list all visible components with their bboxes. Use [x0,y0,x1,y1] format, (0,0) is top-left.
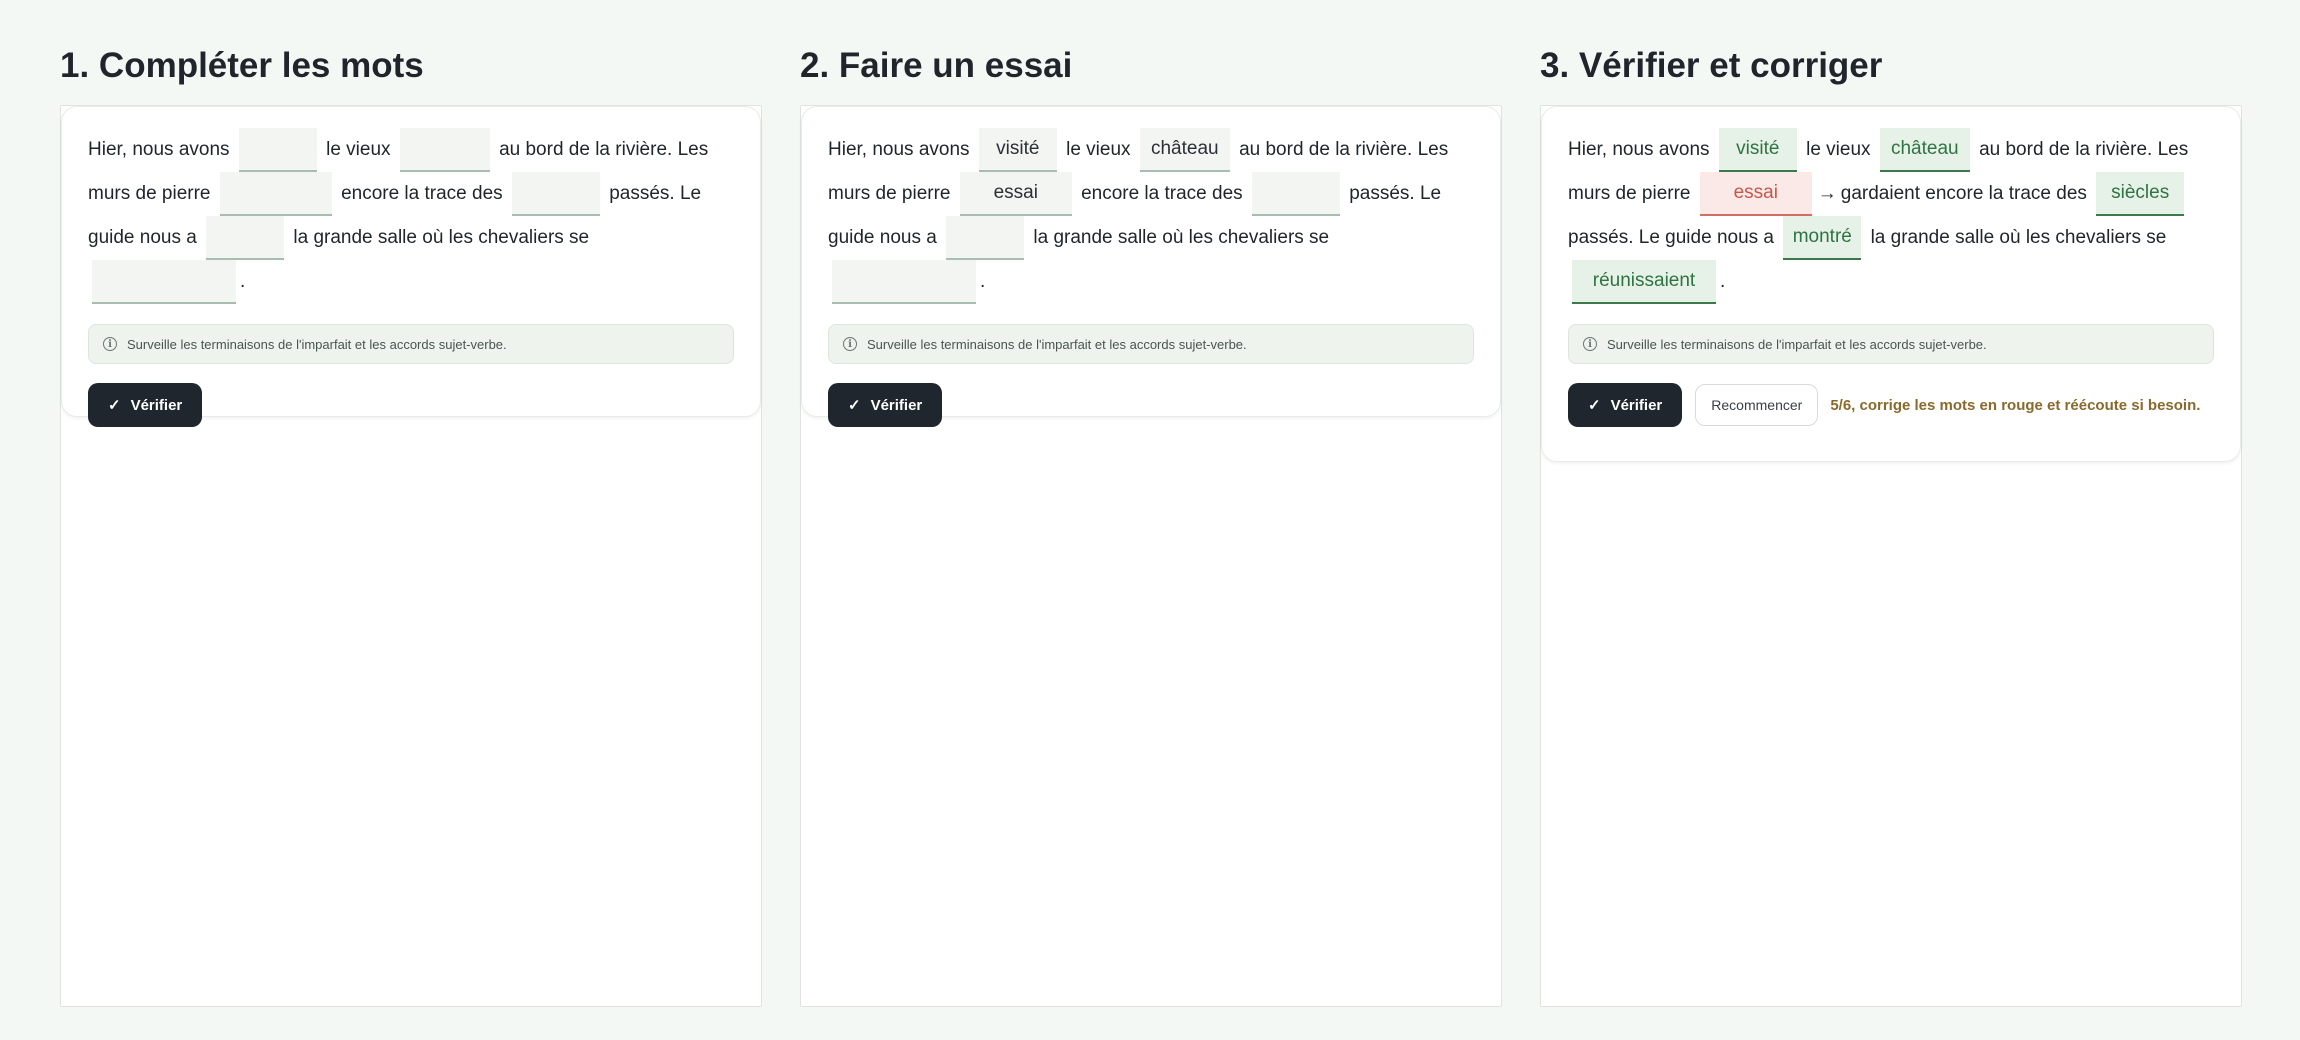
text-segment: le vieux [326,139,391,160]
blank-input-1[interactable]: visité [1718,128,1797,172]
blank-input-5[interactable] [206,216,285,260]
blank-input-4[interactable] [1251,172,1340,216]
verify-label: Vérifier [130,396,183,414]
verify-button[interactable]: ✓ Vérifier [828,383,943,427]
blank-input-2[interactable]: château [1139,128,1230,172]
text-segment: Hier, nous avons [828,139,970,160]
text-segment: encore la trace des [1081,183,1243,204]
blank-input-6[interactable] [92,260,236,304]
blank-input-4[interactable] [511,172,600,216]
info-icon: i [103,337,117,351]
panel-frame: Hier, nous avons visité le vieux château… [1540,105,2242,1007]
text-segment: la grande salle où les chevaliers se [1870,227,2167,248]
text-segment: . [240,271,246,292]
text-segment: gardaient encore la trace des [1840,183,2087,204]
text-segment: passés. Le guide nous a [1568,227,1774,248]
blank-input-5[interactable]: montré [1783,216,1862,260]
exercise-card: Hier, nous avons visité le vieux château… [801,106,1501,427]
blank-input-3[interactable]: essai [959,172,1072,216]
text-segment: murs de pierre [88,183,211,204]
check-icon: ✓ [1588,397,1601,414]
text-segment: au bord de la rivière. Les [499,139,709,160]
text-segment: Hier, nous avons [88,139,230,160]
exercise-card: Hier, nous avons visité le vieux château… [1541,106,2241,462]
hint-text: Surveille les terminaisons de l'imparfai… [127,336,507,352]
exercise-text: Hier, nous avons le vieux au bord de la … [88,128,734,304]
panel-frame: Hier, nous avons visité le vieux château… [800,105,1502,1007]
exercise-card: Hier, nous avons le vieux au bord de la … [61,106,761,427]
actions-bar: ✓ Vérifier [828,383,1474,427]
check-icon: ✓ [848,397,861,414]
blank-input-2[interactable] [399,128,490,172]
text-segment: la grande salle où les chevaliers se [293,227,590,248]
restart-button[interactable]: Recommencer [1695,384,1819,426]
hint-text: Surveille les terminaisons de l'imparfai… [1607,336,1987,352]
actions-bar: ✓ Vérifier [88,383,734,427]
blank-input-6[interactable]: réunissaient [1572,260,1716,304]
panel-frame: Hier, nous avons le vieux au bord de la … [60,105,762,1007]
panel-title: 1. Compléter les mots [60,46,424,85]
text-segment: le vieux [1066,139,1131,160]
text-segment: murs de pierre [1568,183,1691,204]
exercise-text: Hier, nous avons visité le vieux château… [1568,128,2214,304]
verify-button[interactable]: ✓ Vérifier [1568,383,1683,427]
blank-input-3[interactable] [219,172,332,216]
info-icon: i [843,337,857,351]
blank-input-1[interactable] [238,128,317,172]
text-segment: murs de pierre [828,183,951,204]
correction-arrow: → [1817,183,1837,204]
text-segment: . [980,271,986,292]
text-segment: guide nous a [88,227,197,248]
text-segment: au bord de la rivière. Les [1979,139,2189,160]
text-segment: Hier, nous avons [1568,139,1710,160]
blank-input-3[interactable]: essai [1699,172,1812,216]
blank-input-4[interactable]: siècles [2096,172,2185,216]
feedback-message: 5/6, corrige les mots en rouge et réécou… [1830,396,2201,414]
hint-box: i Surveille les terminaisons de l'imparf… [1568,324,2214,364]
blank-input-1[interactable]: visité [978,128,1057,172]
blank-input-2[interactable]: château [1879,128,1970,172]
text-segment: la grande salle où les chevaliers se [1033,227,1330,248]
blank-input-6[interactable] [832,260,976,304]
hint-box: i Surveille les terminaisons de l'imparf… [88,324,734,364]
exercise-text: Hier, nous avons visité le vieux château… [828,128,1474,304]
text-segment: passés. Le [1349,183,1442,204]
check-icon: ✓ [108,397,121,414]
panel-title: 2. Faire un essai [800,46,1073,85]
verify-label: Vérifier [870,396,923,414]
verify-label: Vérifier [1610,396,1663,414]
verify-button[interactable]: ✓ Vérifier [88,383,203,427]
info-icon: i [1583,337,1597,351]
panel-title: 3. Vérifier et corriger [1540,46,1883,85]
blank-input-5[interactable] [946,216,1025,260]
hint-text: Surveille les terminaisons de l'imparfai… [867,336,1247,352]
text-segment: au bord de la rivière. Les [1239,139,1449,160]
text-segment: guide nous a [828,227,937,248]
text-segment: encore la trace des [341,183,503,204]
hint-box: i Surveille les terminaisons de l'imparf… [828,324,1474,364]
text-segment: passés. Le [609,183,702,204]
text-segment: le vieux [1806,139,1871,160]
actions-bar: ✓ Vérifier Recommencer 5/6, corrige les … [1568,383,2214,427]
text-segment: . [1720,271,1726,292]
